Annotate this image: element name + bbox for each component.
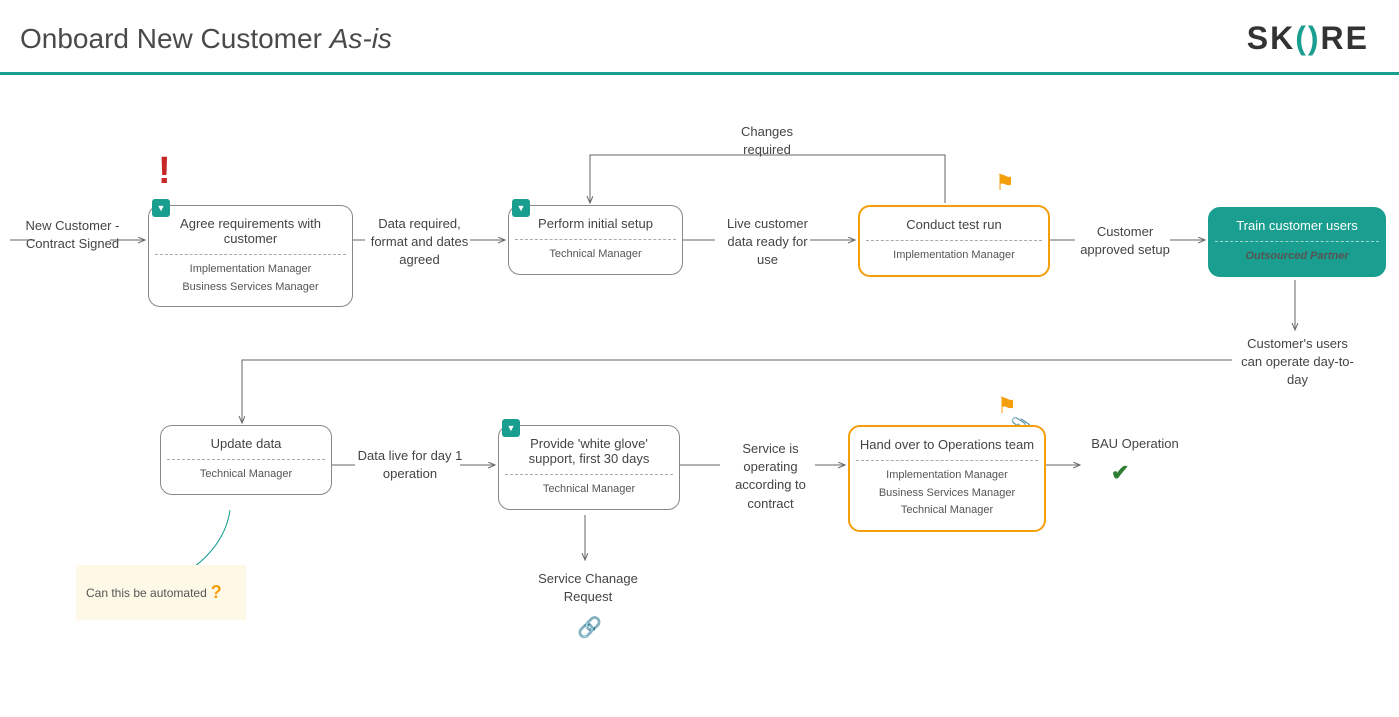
role-item: Implementation Manager [856,467,1038,485]
box-handover-roles: Implementation Manager Business Services… [856,460,1038,520]
logo-part-1: SK [1247,20,1295,57]
label-service-change: Service Chanage Request [528,570,648,606]
box-whiteglove-title: Provide 'white glove' support, first 30 … [505,436,673,474]
role-item: Technical Manager [505,481,673,499]
label-start: New Customer - Contract Signed [10,217,135,253]
exclaim-icon: ! [158,150,171,193]
box-agree-roles: Implementation Manager Business Services… [155,254,346,296]
header-divider [0,72,1399,75]
header: Onboard New Customer As-is SK()RE [0,0,1399,72]
box-update-data[interactable]: Update data Technical Manager [160,425,332,495]
role-item: Implementation Manager [155,261,346,279]
label-live-data: Live customer data ready for use [720,215,815,270]
role-item: Outsourced Partner [1215,248,1379,266]
box-perform-title: Perform initial setup [515,216,676,239]
dropdown-badge-icon[interactable] [152,199,170,217]
label-bau: BAU Operation [1080,435,1190,453]
title-italic: As-is [330,23,392,54]
logo-part-2: RE [1321,20,1369,57]
flag-icon: ⚑ [995,170,1015,196]
title-main: Onboard New Customer [20,23,330,54]
box-handover-title: Hand over to Operations team [856,437,1038,460]
dropdown-badge-icon[interactable] [512,199,530,217]
sticky-text: Can this be automated [86,586,207,600]
label-users-operate: Customer's users can operate day-to-day [1235,335,1360,390]
role-item: Technical Manager [167,466,325,484]
box-agree-title: Agree requirements with customer [155,216,346,254]
box-handover[interactable]: Hand over to Operations team Implementat… [848,425,1046,532]
role-item: Business Services Manager [856,485,1038,503]
arrows-layer [0,95,1399,717]
role-item: Technical Manager [856,502,1038,520]
role-item: Business Services Manager [155,279,346,297]
flag-icon: ⚑ [997,393,1017,419]
dropdown-badge-icon[interactable] [502,419,520,437]
box-update-title: Update data [167,436,325,459]
check-icon: ✔ [1111,460,1129,486]
box-perform-roles: Technical Manager [515,239,676,264]
box-train-title: Train customer users [1215,218,1379,241]
skore-logo: SK()RE [1247,20,1369,57]
box-update-roles: Technical Manager [167,459,325,484]
label-customer-approved: Customer approved setup [1075,223,1175,259]
box-conduct-roles: Implementation Manager [866,240,1042,265]
diagram-canvas: New Customer - Contract Signed ! Agree r… [0,95,1399,717]
box-perform-setup[interactable]: Perform initial setup Technical Manager [508,205,683,275]
role-item: Implementation Manager [866,247,1042,265]
box-train-roles: Outsourced Partner [1215,241,1379,266]
box-agree-requirements[interactable]: Agree requirements with customer Impleme… [148,205,353,307]
box-conduct-title: Conduct test run [866,217,1042,240]
question-icon: ? [211,582,222,603]
logo-paren-open: ( [1295,20,1308,57]
label-changes-required: Changes required [722,123,812,159]
box-whiteglove-roles: Technical Manager [505,474,673,499]
label-service-operating: Service is operating according to contra… [723,440,818,513]
logo-paren-close: ) [1308,20,1321,57]
sticky-note[interactable]: Can this be automated ? [76,565,246,620]
box-conduct-test[interactable]: Conduct test run Implementation Manager [858,205,1050,277]
label-data-required: Data required, format and dates agreed [362,215,477,270]
box-train-users[interactable]: Train customer users Outsourced Partner [1208,207,1386,277]
box-white-glove[interactable]: Provide 'white glove' support, first 30 … [498,425,680,510]
link-icon[interactable]: 🔗 [577,615,602,640]
page-title: Onboard New Customer As-is [20,23,392,55]
role-item: Technical Manager [515,246,676,264]
label-data-live: Data live for day 1 operation [355,447,465,483]
